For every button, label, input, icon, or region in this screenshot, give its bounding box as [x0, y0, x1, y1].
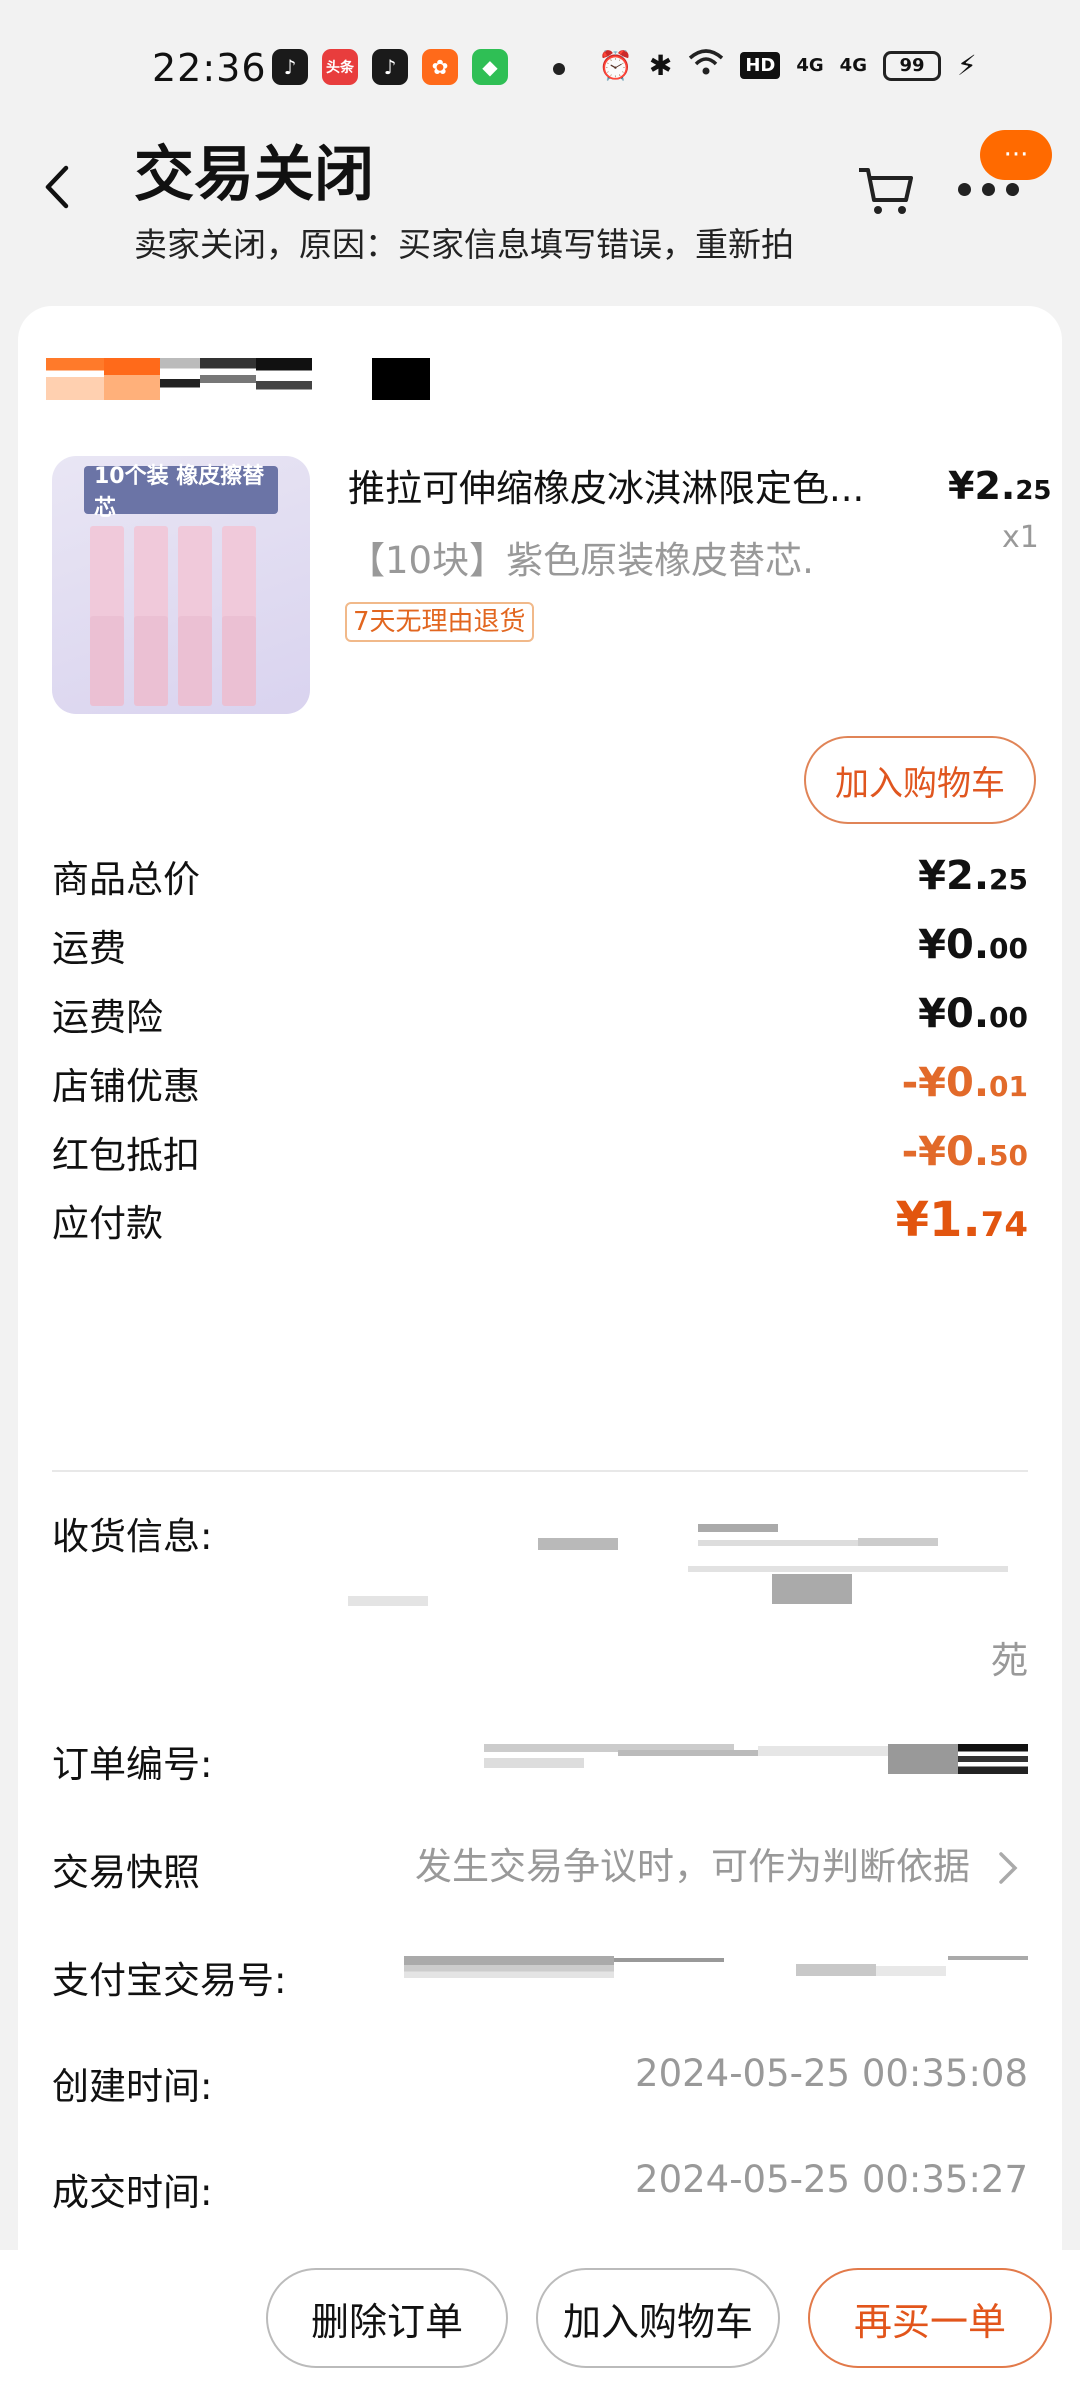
add-to-cart-bottom-button[interactable]: 加入购物车 [536, 2268, 780, 2368]
notification-icons: ♪ 头条 ♪ ✿ ◆ [272, 49, 508, 85]
alipay-trade-no-label: 支付宝交易号: [52, 1959, 287, 2002]
hd-voice-icon: HD [740, 52, 781, 79]
signal-1-icon: 4G [796, 55, 824, 76]
kuaishou-icon: ✿ [422, 49, 458, 85]
order-number-label: 订单编号: [52, 1743, 213, 1786]
back-button[interactable] [38, 162, 86, 222]
toutiao-icon: 头条 [322, 49, 358, 85]
message-badge[interactable]: ··· [980, 130, 1052, 180]
deal-time-value: 2024-05-25 00:35:27 [635, 2158, 1028, 2201]
price-row-shipping: 运费 ¥0.00 [52, 922, 1028, 970]
product-price: ¥2.25 [948, 464, 1052, 508]
created-time-value: 2024-05-25 00:35:08 [635, 2052, 1028, 2095]
more-dot-icon [958, 183, 971, 196]
delete-order-button[interactable]: 删除订单 [266, 2268, 508, 2368]
product-image[interactable]: 10个装 橡皮擦替芯 [52, 456, 310, 714]
buy-again-button[interactable]: 再买一单 [808, 2268, 1052, 2368]
deal-time-label: 成交时间: [52, 2171, 213, 2214]
cart-button[interactable] [856, 162, 916, 220]
alarm-icon: ⏰ [598, 49, 633, 82]
page-title: 交易关闭 [134, 140, 374, 210]
shipping-info-label: 收货信息: [52, 1515, 213, 1558]
bluetooth-icon: ✱ [648, 49, 673, 82]
snapshot-label[interactable]: 交易快照 [52, 1842, 200, 1896]
battery-icon: 99 [882, 50, 941, 81]
douyin-icon: ♪ [272, 49, 308, 85]
signal-2-icon: 4G [839, 55, 867, 76]
wifi-icon [688, 48, 724, 83]
created-time-label: 创建时间: [52, 2065, 213, 2108]
price-row-amount-due: 应付款 ¥1.74 [52, 1192, 1028, 1248]
system-icons: ⏰ ✱ HD 4G 4G 99 ⚡ [598, 48, 977, 83]
status-bar: 22:36 ♪ 头条 ♪ ✿ ◆ ⏰ ✱ HD 4G 4G 99 ⚡ [0, 0, 1080, 136]
price-row-red-packet: 红包抵扣 -¥0.50 [52, 1129, 1028, 1177]
douyin-lite-icon: ♪ [372, 49, 408, 85]
price-row-subtotal: 商品总价 ¥2.25 [52, 853, 1028, 901]
snapshot-hint[interactable]: 发生交易争议时，可作为判断依据 [415, 1836, 970, 1890]
more-notifications-dot [553, 63, 565, 75]
android-store-icon: ◆ [472, 49, 508, 85]
shopping-cart-icon [859, 168, 913, 214]
shipping-info-tail: 苑 [991, 1639, 1028, 1682]
price-row-shipping-insurance: 运费险 ¥0.00 [52, 991, 1028, 1039]
chevron-right-icon[interactable] [996, 1850, 1020, 1896]
product-title[interactable]: 推拉可伸缩橡皮冰淇淋限定色... [348, 458, 908, 512]
add-to-cart-button[interactable]: 加入购物车 [804, 736, 1036, 824]
more-dot-icon [982, 183, 995, 196]
divider [52, 1470, 1028, 1472]
order-detail-card: 10个装 橡皮擦替芯 推拉可伸缩橡皮冰淇淋限定色... ¥2.25 x1 【10… [18, 306, 1062, 2306]
status-time: 22:36 [152, 46, 267, 90]
close-reason: 卖家关闭，原因：买家信息填写错误，重新拍 [134, 225, 794, 264]
shop-name-redacted[interactable] [46, 358, 476, 400]
chevron-left-icon [45, 165, 69, 209]
more-options-button[interactable] [958, 178, 1024, 198]
product-image-badge: 10个装 橡皮擦替芯 [84, 464, 278, 521]
bottom-action-bar: 删除订单 加入购物车 再买一单 [0, 2250, 1080, 2400]
charging-icon: ⚡ [956, 49, 977, 82]
price-row-shop-discount: 店铺优惠 -¥0.01 [52, 1060, 1028, 1108]
product-quantity: x1 [1002, 520, 1039, 555]
return-policy-tag: 7天无理由退货 [345, 602, 534, 642]
more-dot-icon [1006, 183, 1019, 196]
product-sku: 【10块】紫色原装橡皮替芯. [348, 539, 814, 582]
